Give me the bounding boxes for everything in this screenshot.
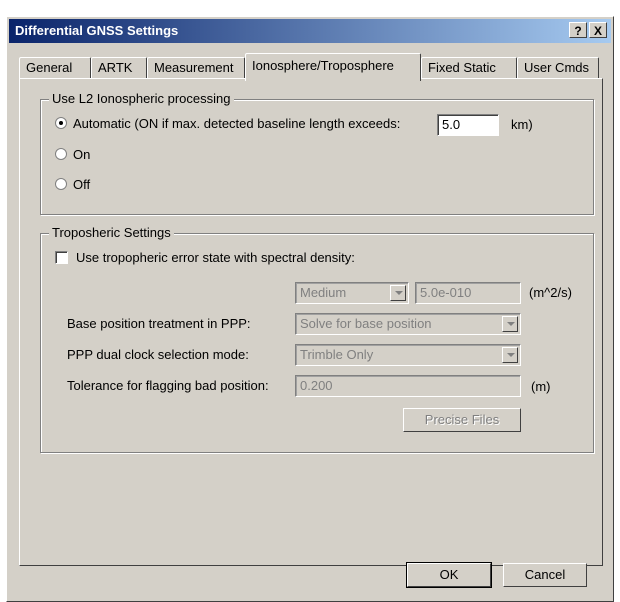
density-value-input: 5.0e-010 [415, 282, 521, 304]
clock-mode-label: PPP dual clock selection mode: [67, 347, 249, 362]
radio-automatic-label: Automatic (ON if max. detected baseline … [73, 116, 401, 131]
density-level-value: Medium [300, 285, 347, 300]
radio-automatic[interactable]: Automatic (ON if max. detected baseline … [55, 116, 400, 131]
tolerance-input: 0.200 [295, 375, 521, 397]
tab-fixed-static[interactable]: Fixed Static [421, 57, 517, 79]
base-position-value: Solve for base position [300, 316, 432, 331]
window-title: Differential GNSS Settings [15, 23, 179, 38]
tab-user-cmds[interactable]: User Cmds [517, 57, 599, 79]
tolerance-label: Tolerance for flagging bad position: [67, 378, 269, 393]
tab-general[interactable]: General [19, 57, 91, 79]
iono-group: Use L2 Ionospheric processing Automatic … [40, 91, 594, 215]
cancel-button[interactable]: Cancel [503, 563, 587, 587]
radio-off-indicator[interactable] [55, 178, 67, 190]
base-position-label: Base position treatment in PPP: [67, 316, 251, 331]
iono-legend: Use L2 Ionospheric processing [49, 91, 234, 106]
radio-on[interactable]: On [55, 147, 90, 162]
tropo-state-label: Use tropopheric error state with spectra… [76, 250, 355, 265]
base-position-combo: Solve for base position [295, 313, 521, 335]
tolerance-unit: (m) [531, 379, 551, 394]
tab-panel: Use L2 Ionospheric processing Automatic … [19, 78, 603, 566]
tropo-state-checkbox[interactable] [55, 251, 68, 264]
clock-mode-combo: Trimble Only [295, 344, 521, 366]
radio-on-indicator[interactable] [55, 148, 67, 160]
tropo-group: Troposheric Settings Use tropopheric err… [40, 225, 594, 453]
tab-artk[interactable]: ARTK [91, 57, 147, 79]
chevron-down-icon [502, 347, 518, 363]
tab-measurement[interactable]: Measurement [147, 57, 245, 79]
tab-ionosphere-troposphere[interactable]: Ionosphere/Troposphere [245, 53, 421, 81]
radio-off-label: Off [73, 177, 91, 192]
radio-on-label: On [73, 147, 91, 162]
tropo-state-checkbox-row[interactable]: Use tropopheric error state with spectra… [55, 250, 355, 265]
chevron-down-icon [390, 285, 406, 301]
chevron-down-icon [502, 316, 518, 332]
dialog-window: Differential GNSS Settings ? X General A… [6, 16, 614, 602]
radio-automatic-indicator[interactable] [55, 117, 67, 129]
ok-button[interactable]: OK [406, 562, 492, 588]
density-unit: (m^2/s) [529, 285, 572, 300]
clock-mode-value: Trimble Only [300, 347, 374, 362]
density-level-combo: Medium [295, 282, 409, 304]
precise-files-button[interactable]: Precise Files [403, 408, 521, 432]
title-bar[interactable]: Differential GNSS Settings ? X [9, 19, 611, 43]
baseline-unit: km) [511, 117, 533, 132]
close-button[interactable]: X [589, 22, 607, 38]
baseline-length-input[interactable]: 5.0 [437, 114, 499, 136]
tropo-legend: Troposheric Settings [49, 225, 174, 240]
help-button[interactable]: ? [569, 22, 587, 38]
radio-off[interactable]: Off [55, 177, 90, 192]
